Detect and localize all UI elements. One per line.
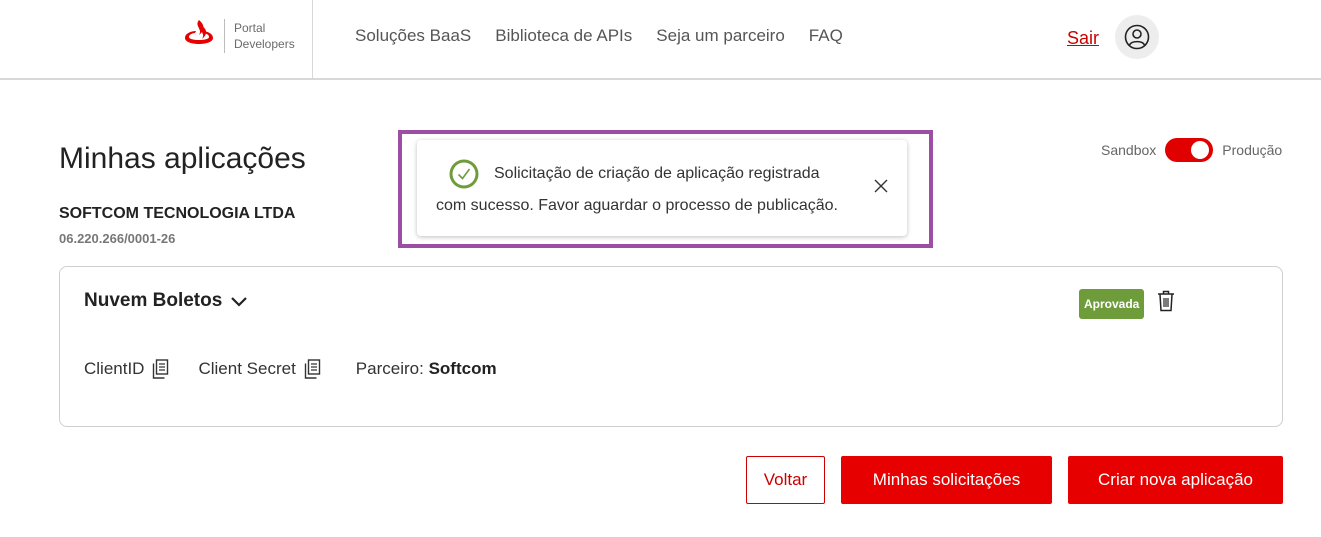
create-application-button[interactable]: Criar nova aplicação <box>1068 456 1283 504</box>
nav-solucoes-baas[interactable]: Soluções BaaS <box>355 26 471 46</box>
chevron-down-icon <box>231 297 248 307</box>
switch-knob <box>1191 141 1210 159</box>
logout-link[interactable]: Sair <box>1067 28 1099 49</box>
application-name-toggle[interactable]: Nuvem Boletos <box>84 290 248 312</box>
client-secret-label: Client Secret <box>198 359 296 378</box>
application-card: Nuvem Boletos Aprovada ClientID Client S… <box>59 266 1283 427</box>
partner-field: Parceiro: Softcom <box>356 359 497 379</box>
client-id-field: ClientID <box>84 359 169 379</box>
logo-text-line2: Developers <box>234 37 295 51</box>
partner-label: Parceiro: <box>355 359 424 378</box>
toast-message-line2: com sucesso. Favor aguardar o processo d… <box>436 197 838 214</box>
environment-toggle: Sandbox Produção <box>1101 138 1282 162</box>
success-toast: Solicitação de criação de aplicação regi… <box>417 140 907 236</box>
application-name: Nuvem Boletos <box>84 290 223 311</box>
copy-icon[interactable] <box>152 359 169 379</box>
check-circle-icon <box>449 159 479 189</box>
nav-biblioteca-apis[interactable]: Biblioteca de APIs <box>495 26 632 46</box>
partner-value: Softcom <box>428 359 497 378</box>
logo-divider <box>224 19 225 53</box>
back-button[interactable]: Voltar <box>746 456 825 504</box>
main-nav: Soluções BaaS Biblioteca de APIs Seja um… <box>355 26 843 46</box>
toast-message-line1: Solicitação de criação de aplicação regi… <box>494 165 820 182</box>
nav-seja-parceiro[interactable]: Seja um parceiro <box>656 26 785 46</box>
user-icon <box>1124 24 1150 50</box>
header-divider <box>312 0 313 79</box>
client-secret-field: Client Secret <box>198 359 320 379</box>
close-icon[interactable] <box>873 178 889 194</box>
portal-developers-logo-text[interactable]: Portal Developers <box>234 20 295 52</box>
my-requests-button[interactable]: Minhas solicitações <box>841 456 1052 504</box>
credentials-row: ClientID Client Secret Parceiro: Softcom <box>84 359 497 379</box>
logo-text-line1: Portal <box>234 21 266 35</box>
sandbox-label: Sandbox <box>1101 142 1157 158</box>
nav-faq[interactable]: FAQ <box>809 26 843 46</box>
company-cnpj: 06.220.266/0001-26 <box>59 231 176 246</box>
environment-switch[interactable] <box>1165 138 1214 162</box>
santander-flame-icon[interactable] <box>182 18 216 52</box>
status-badge: Aprovada <box>1079 289 1145 319</box>
client-id-label: ClientID <box>84 359 145 378</box>
copy-icon[interactable] <box>304 359 321 379</box>
top-header: Portal Developers Soluções BaaS Bibliote… <box>0 0 1321 80</box>
company-name: SOFTCOM TECNOLOGIA LTDA <box>59 205 296 222</box>
producao-label: Produção <box>1222 142 1283 158</box>
trash-icon[interactable] <box>1157 290 1175 312</box>
avatar[interactable] <box>1115 15 1159 59</box>
page-title: Minhas aplicações <box>59 142 306 175</box>
